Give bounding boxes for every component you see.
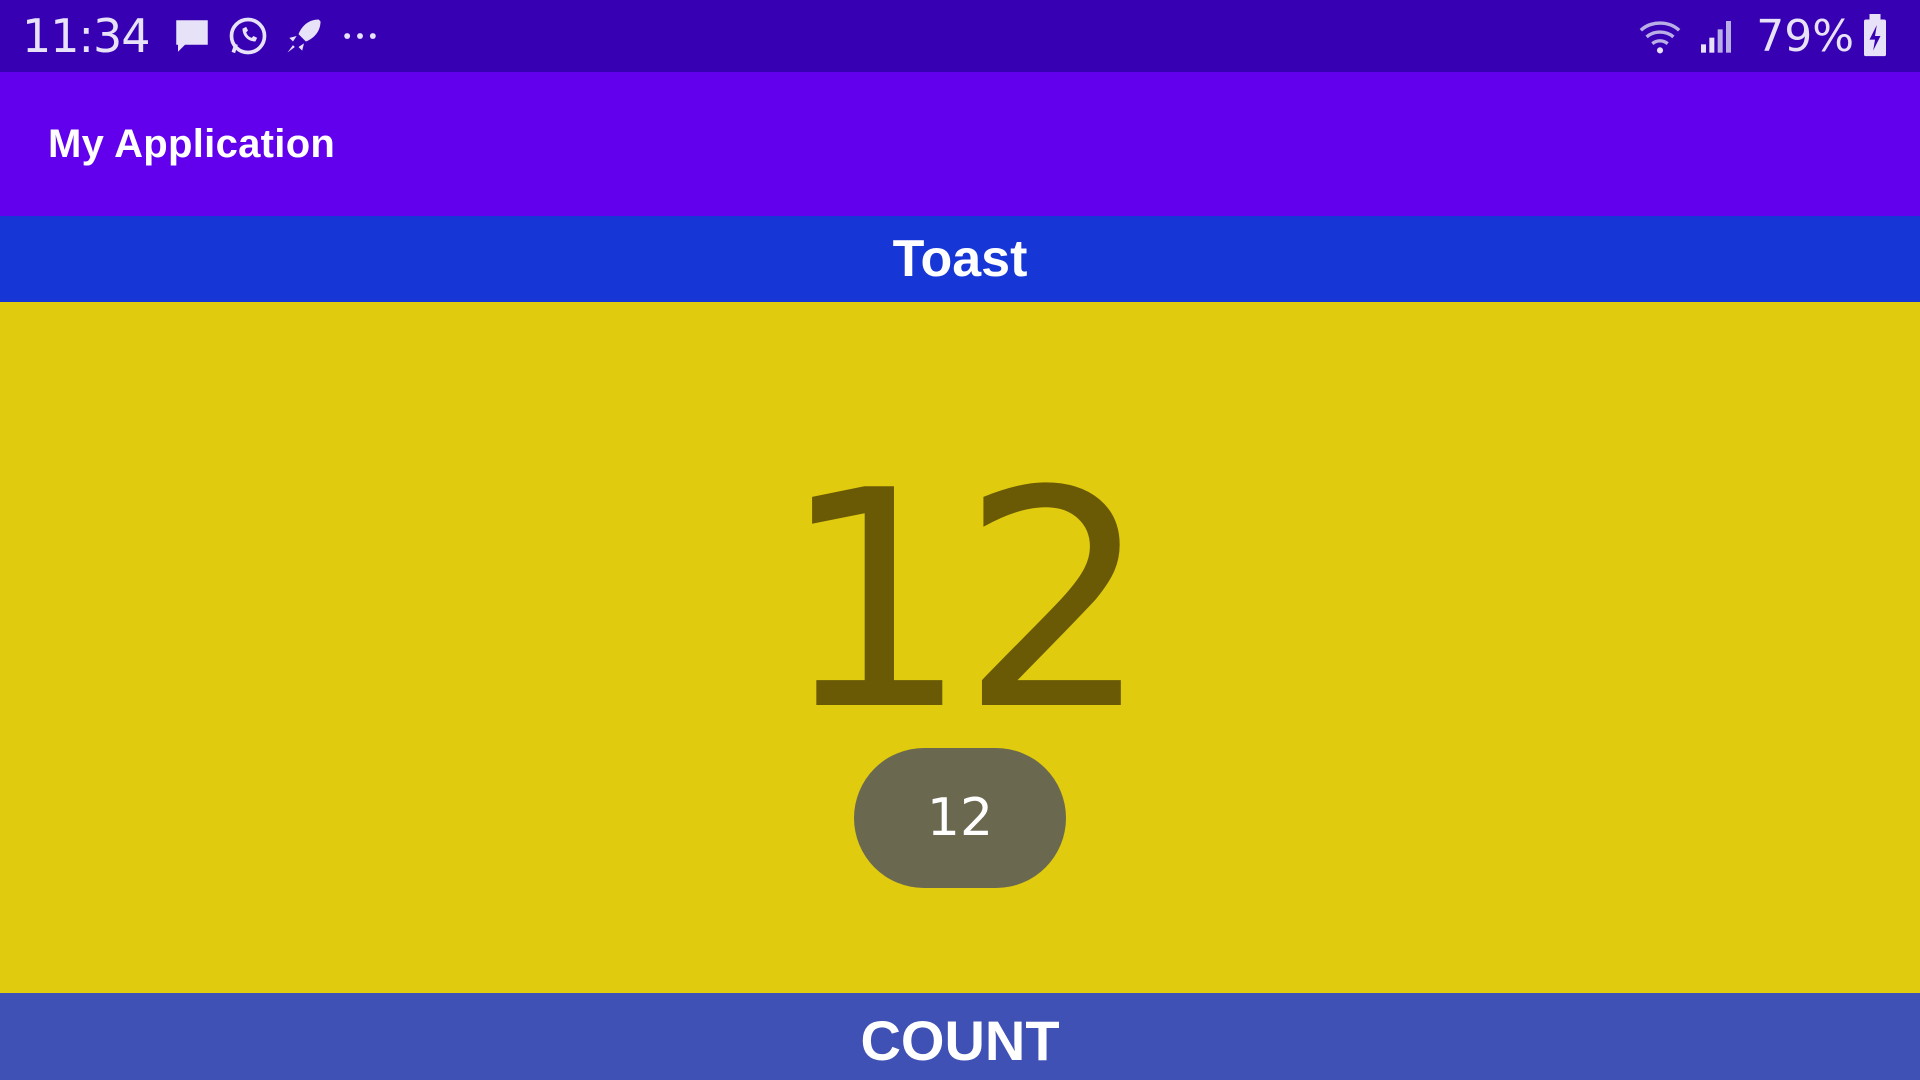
message-icon	[168, 12, 216, 60]
toast-message: 12	[926, 788, 994, 848]
app-bar: My Application	[0, 72, 1920, 216]
battery-percent: 79%	[1756, 10, 1854, 62]
more-dots-icon	[336, 12, 384, 60]
status-time: 11:34	[22, 9, 151, 63]
battery-charging-icon	[1860, 12, 1890, 60]
count-button[interactable]: COUNT	[0, 993, 1920, 1080]
toast-popup: 12	[854, 748, 1066, 888]
app-title: My Application	[48, 121, 336, 166]
status-bar: 11:34 79%	[0, 0, 1920, 72]
count-display: 12	[779, 427, 1151, 776]
wifi-icon	[1636, 12, 1684, 60]
count-content-area: 12 12	[0, 302, 1920, 993]
status-left: 11:34	[22, 9, 392, 63]
rocket-icon	[280, 12, 328, 60]
whatsapp-icon	[224, 12, 272, 60]
signal-icon	[1692, 12, 1740, 60]
toast-button[interactable]: Toast	[0, 216, 1920, 302]
status-right: 79%	[1636, 11, 1898, 62]
